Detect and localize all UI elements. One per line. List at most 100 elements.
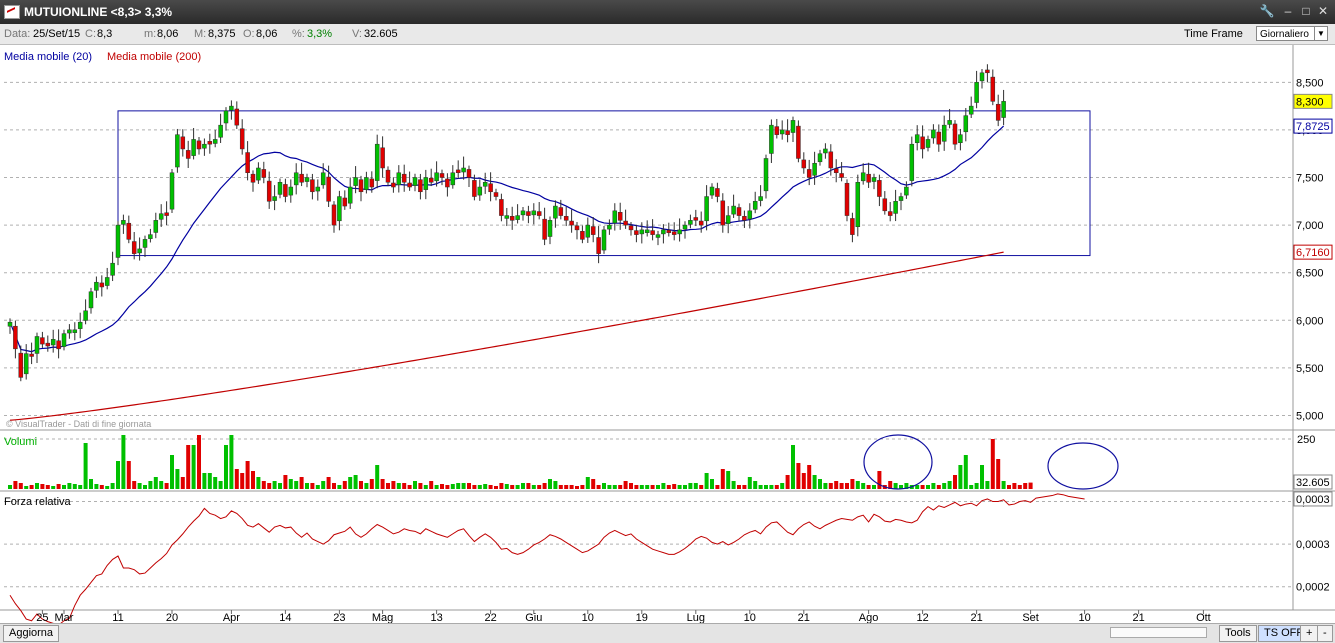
volume-bar	[639, 485, 644, 489]
volume-bar	[429, 481, 434, 489]
zoom-out-button[interactable]: -	[1317, 625, 1333, 642]
candle-body	[407, 182, 412, 188]
candle-body	[704, 196, 709, 222]
volume-bar	[272, 481, 277, 489]
candle-body	[396, 172, 402, 186]
candle-body	[261, 169, 267, 178]
volume-bar	[467, 483, 471, 489]
candle-body	[153, 220, 159, 233]
candle-body	[40, 337, 45, 345]
minimize-icon[interactable]: ‒	[1280, 3, 1296, 19]
volume-bar	[483, 484, 488, 489]
candle-body	[288, 186, 294, 196]
candle-body	[563, 216, 569, 221]
candle-body	[752, 201, 758, 210]
volume-bar	[1012, 483, 1017, 489]
candle-body	[380, 147, 385, 169]
close-icon[interactable]: ✕	[1315, 3, 1331, 19]
volume-bar	[942, 483, 947, 489]
stock-chart[interactable]: 5,0005,5006,0006,5007,0007,5008,0008,500…	[0, 45, 1335, 623]
volume-bar	[618, 485, 623, 489]
candle-body	[720, 200, 726, 226]
volume-bar	[693, 483, 698, 489]
rs-panel-title: Forza relativa	[4, 496, 72, 508]
quote-info-bar: Data: 25/Set/15 C: 8,3 m: 8,06 M: 8,375 …	[0, 24, 1335, 45]
volume-bar	[407, 485, 412, 489]
volume-bar	[391, 481, 396, 489]
restore-icon[interactable]: □	[1298, 3, 1314, 19]
volume-bar	[548, 479, 552, 489]
volume-bar	[931, 483, 936, 489]
tool-icon[interactable]: 🔧	[1259, 3, 1275, 19]
candle-body	[526, 211, 531, 216]
volume-bar	[72, 484, 77, 489]
tools-button[interactable]: Tools	[1219, 625, 1257, 642]
volume-bar	[488, 485, 493, 489]
volume-bar	[197, 435, 201, 489]
candle-body	[580, 231, 585, 240]
volume-bar	[35, 483, 39, 489]
volume-bar	[461, 483, 466, 489]
y-tick-label: 7,000	[1296, 220, 1324, 232]
x-tick-label: 19	[636, 612, 648, 623]
aggiorna-button[interactable]: Aggiorna	[3, 625, 60, 642]
x-tick-label: 12	[916, 612, 928, 623]
y-tick-label: 5,500	[1296, 363, 1324, 375]
candle-body	[790, 120, 796, 133]
volume-bar	[947, 481, 952, 489]
candle-body	[742, 216, 747, 221]
candle-body	[488, 183, 493, 193]
candle-body	[823, 148, 828, 154]
candle-body	[310, 179, 315, 193]
candle-body	[256, 167, 261, 181]
volume-label: V:	[352, 28, 362, 40]
candle-body	[677, 229, 682, 235]
candle-body	[698, 220, 704, 226]
volume-bar	[920, 485, 925, 489]
candle-body	[445, 178, 450, 188]
volume-bar	[850, 479, 855, 489]
rs-tick-label: 0,0002	[1296, 582, 1330, 594]
volume-bar	[521, 483, 525, 489]
volume-bar	[62, 485, 66, 489]
candle-body	[196, 140, 202, 150]
candle-body	[477, 186, 483, 196]
candle-body	[758, 196, 763, 201]
timeframe-select[interactable]: Giornaliero ▼	[1256, 26, 1328, 41]
candle-body	[661, 229, 666, 235]
candle-body	[342, 197, 348, 207]
candle-body	[693, 217, 699, 221]
volume-bar	[769, 485, 774, 489]
candle-body	[995, 103, 1001, 121]
volume-panel-title: Volumi	[4, 436, 37, 448]
candle-body	[245, 152, 250, 173]
volume-bar	[45, 485, 50, 489]
volume-bar	[224, 445, 228, 489]
volume-bar	[434, 485, 439, 489]
volume-bar	[186, 445, 191, 489]
candle-body	[358, 179, 364, 193]
candle-body	[952, 123, 958, 145]
volume-value: 32.605	[364, 28, 398, 40]
low-label: m:	[144, 28, 157, 40]
zoom-in-button[interactable]: +	[1300, 625, 1319, 642]
title-bar: MUTUIONLINE <8,3> 3,3% 🔧 ‒ □ ✕	[0, 0, 1335, 24]
candle-body	[509, 216, 515, 221]
candle-body	[796, 125, 801, 159]
candle-body	[596, 237, 601, 254]
candle-body	[207, 141, 213, 145]
candle-body	[536, 211, 542, 216]
volume-bar	[861, 483, 866, 489]
x-tick-label: Set	[1022, 612, 1039, 623]
volume-bar	[704, 473, 709, 489]
volume-bar	[1028, 482, 1033, 489]
volume-bar	[645, 485, 650, 489]
candle-body	[293, 172, 299, 186]
candle-body	[169, 172, 175, 210]
candle-body	[844, 182, 850, 216]
horizontal-scrollbar[interactable]	[1110, 627, 1207, 638]
volume-bar	[591, 479, 596, 489]
candle-body	[18, 352, 24, 378]
volume-bar	[969, 485, 974, 489]
close-label: C:	[85, 28, 96, 40]
